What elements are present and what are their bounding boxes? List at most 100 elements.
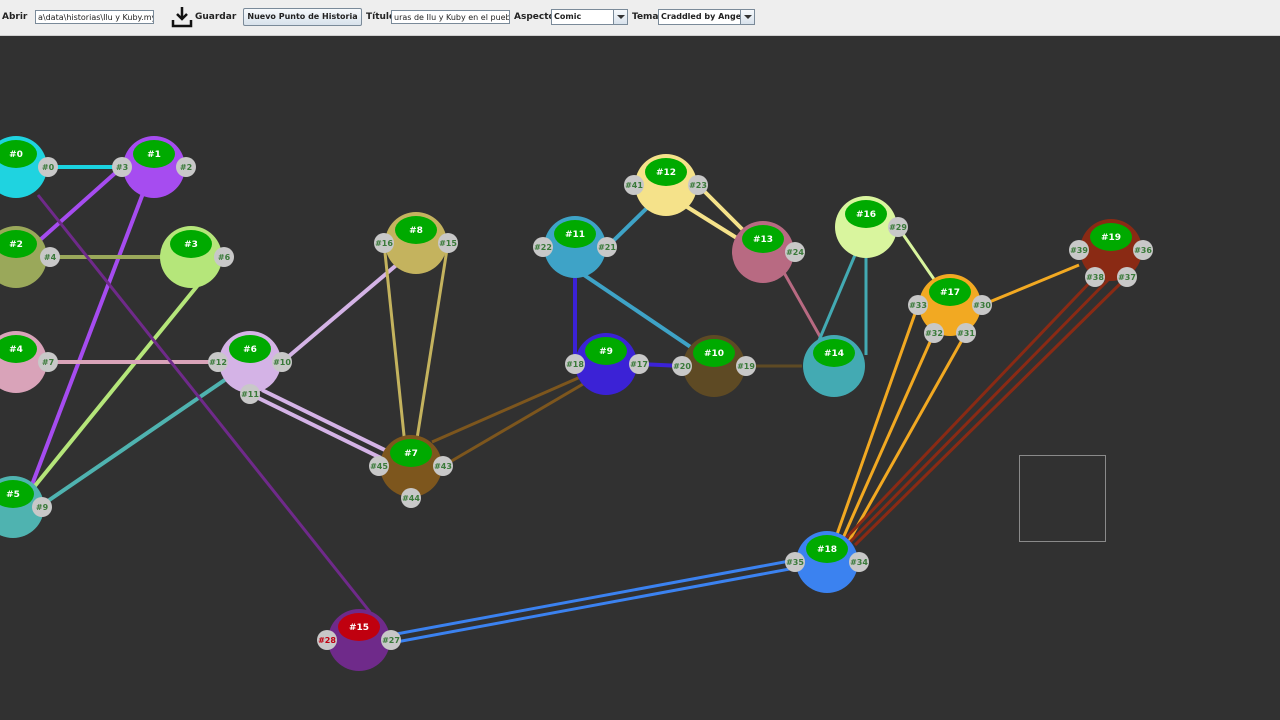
port-17[interactable]: #17 [629,354,649,374]
port-44[interactable]: #44 [401,488,421,508]
port-18[interactable]: #18 [565,354,585,374]
download-icon [171,7,193,28]
port-2[interactable]: #2 [176,157,196,177]
story-node-13[interactable]: #13 [732,221,794,283]
story-node-6[interactable]: #6 [219,331,281,393]
port-29[interactable]: #29 [888,217,908,237]
port-36[interactable]: #36 [1133,240,1153,260]
port-23[interactable]: #23 [688,175,708,195]
port-21[interactable]: #21 [597,237,617,257]
save-button[interactable]: Guardar [168,5,236,29]
port-38[interactable]: #38 [1085,267,1105,287]
port-label: #43 [434,462,452,471]
port-28[interactable]: #28 [317,630,337,650]
story-node-3[interactable]: #3 [160,226,222,288]
node-label: #12 [656,168,676,178]
theme-select[interactable]: Craddled by Angels [658,9,755,25]
port-label: #22 [534,243,552,252]
port-9[interactable]: #9 [32,497,52,517]
node-label: #3 [184,240,198,250]
port-label: #2 [180,163,192,172]
story-node-2[interactable]: #2 [0,226,47,288]
edge-28 [981,263,1080,307]
node-label: #4 [9,345,23,355]
port-34[interactable]: #34 [849,552,869,572]
edge-32 [390,558,796,637]
port-label: #6 [218,253,231,262]
edge-7 [280,260,402,364]
port-22[interactable]: #22 [533,237,553,257]
port-label: #33 [909,301,927,310]
port-4[interactable]: #4 [40,247,60,267]
port-6[interactable]: #6 [214,247,234,267]
port-label: #28 [318,636,336,645]
story-node-10[interactable]: #10 [683,335,745,397]
toolbar: Abrir a\data\historias\Ilu y Kuby.mya Gu… [0,0,1280,36]
port-35[interactable]: #35 [785,552,805,572]
chevron-down-icon[interactable] [613,10,627,24]
aspecto-label: Aspecto [514,12,555,22]
port-31[interactable]: #31 [956,323,976,343]
port-16[interactable]: #16 [374,233,394,253]
port-label: #41 [625,181,643,190]
port-label: #45 [370,462,388,471]
abrir-label: Abrir [2,12,28,22]
node-label: #8 [409,226,423,236]
title-field[interactable]: uras de Ilu y Kuby en el pueblo [391,10,510,24]
node-label: #16 [856,210,876,220]
port-10[interactable]: #10 [272,352,292,372]
port-24[interactable]: #24 [785,242,805,262]
port-label: #34 [850,558,868,567]
open-path-field[interactable]: a\data\historias\Ilu y Kuby.mya [35,10,154,24]
story-node-18[interactable]: #18 [796,531,858,593]
port-11[interactable]: #11 [240,384,260,404]
port-27[interactable]: #27 [381,630,401,650]
aspect-select[interactable]: Comic [551,9,628,25]
chevron-down-icon[interactable] [740,10,754,24]
port-label: #19 [737,362,755,371]
story-node-8[interactable]: #8 [385,212,447,274]
port-label: #12 [209,358,227,367]
port-label: #24 [786,248,804,257]
port-37[interactable]: #37 [1117,267,1137,287]
port-3[interactable]: #3 [112,157,132,177]
port-7[interactable]: #7 [38,352,58,372]
port-label: #38 [1086,273,1104,282]
story-node-14[interactable]: #14 [803,335,865,397]
new-story-point-button[interactable]: Nuevo Punto de Historia [243,8,362,26]
port-label: #39 [1070,246,1088,255]
story-node-1[interactable]: #1 [123,136,185,198]
port-33[interactable]: #33 [908,295,928,315]
node-label: #2 [9,240,23,250]
port-label: #18 [566,360,584,369]
port-15[interactable]: #15 [438,233,458,253]
story-canvas[interactable]: #0 #1 #2 #3 #4 #5 #6 #7 #8 #9 #10 #11 #12 #13 #14 #15 #1… [0,36,1280,720]
edge-4 [28,283,200,494]
story-node-16[interactable]: #16 [835,196,897,258]
port-30[interactable]: #30 [972,295,992,315]
port-41[interactable]: #41 [624,175,644,195]
port-label: #10 [273,358,291,367]
port-label: #11 [241,390,259,399]
edge-19 [682,203,742,242]
edge-24 [896,226,940,286]
story-node-11[interactable]: #11 [544,216,606,278]
port-label: #15 [439,239,457,248]
port-43[interactable]: #43 [433,456,453,476]
port-0[interactable]: #0 [38,157,58,177]
edge-33 [390,566,796,645]
port-39[interactable]: #39 [1069,240,1089,260]
edge-2 [38,165,124,242]
port-19[interactable]: #19 [736,356,756,376]
port-32[interactable]: #32 [924,323,944,343]
port-label: #30 [973,301,991,310]
port-45[interactable]: #45 [369,456,389,476]
aspect-select-value: Comic [554,12,582,21]
story-node-15[interactable]: #15 [328,609,390,671]
story-graph[interactable]: #0 #1 #2 #3 #4 #5 #6 #7 #8 #9 #10 #11 #12 #13 #14 #15 #1… [0,36,1280,720]
story-node-12[interactable]: #12 [635,154,697,216]
node-label: #18 [817,545,837,555]
port-12[interactable]: #12 [208,352,228,372]
port-20[interactable]: #20 [672,356,692,376]
story-node-7[interactable]: #7 [380,435,442,497]
